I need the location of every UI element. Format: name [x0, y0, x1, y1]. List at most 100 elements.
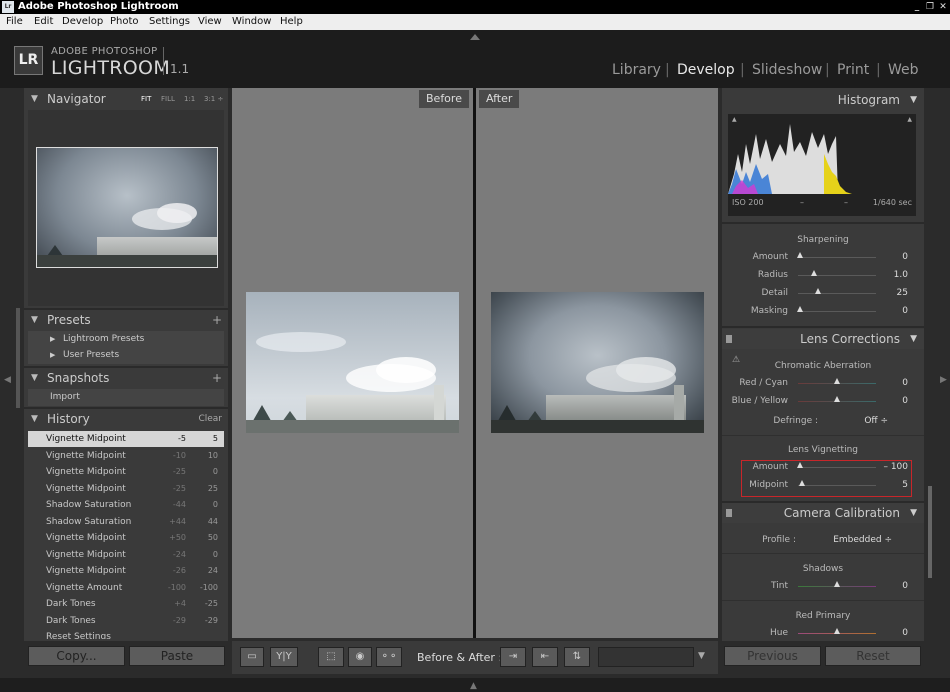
panel-switch-icon[interactable] — [726, 509, 732, 517]
history-item[interactable]: Vignette Midpoint +50 50 — [28, 530, 224, 546]
paste-settings-button[interactable]: Paste — [129, 646, 225, 666]
zoom-fill[interactable]: FILL — [161, 88, 175, 110]
history-item[interactable]: Vignette Midpoint -25 25 — [28, 481, 224, 497]
slider-row[interactable]: Radius 1.0 — [722, 267, 924, 285]
close-icon[interactable]: ✕ — [937, 0, 949, 14]
history-item[interactable]: Reset Settings — [28, 629, 224, 639]
menu-settings[interactable]: Settings — [149, 14, 190, 30]
module-print[interactable]: Print — [837, 62, 869, 78]
history-item[interactable]: Dark Tones -29 -29 — [28, 613, 224, 629]
slider-track[interactable] — [798, 293, 876, 294]
module-slideshow[interactable]: Slideshow — [752, 62, 822, 78]
history-header[interactable]: ▼ History Clear — [24, 408, 228, 430]
module-web[interactable]: Web — [888, 62, 919, 78]
menu-file[interactable]: File — [6, 14, 23, 30]
module-develop[interactable]: Develop — [677, 62, 735, 78]
history-item[interactable]: Vignette Amount -100 -100 — [28, 580, 224, 596]
camera-calibration-header[interactable]: Camera Calibration ▼ — [722, 503, 924, 523]
lens-corrections-header[interactable]: Lens Corrections ▼ — [722, 329, 924, 349]
slider-row[interactable]: Amount 0 — [722, 249, 924, 267]
defringe-value[interactable]: Off ÷ — [864, 416, 888, 426]
history-item[interactable]: Vignette Midpoint -26 24 — [28, 563, 224, 579]
history-item[interactable]: Vignette Midpoint -25 0 — [28, 464, 224, 480]
collapse-top-icon[interactable] — [470, 34, 480, 40]
profile-value[interactable]: Embedded ÷ — [833, 535, 892, 545]
preset-folder[interactable]: ▶ Lightroom Presets — [28, 331, 224, 348]
slider-thumb[interactable] — [834, 396, 840, 402]
profile-row[interactable]: Profile : Embedded ÷ — [722, 532, 924, 550]
history-item[interactable]: Vignette Midpoint -5 5 — [28, 431, 224, 447]
add-snapshot-icon[interactable]: + — [212, 367, 222, 389]
history-item[interactable]: Vignette Midpoint -10 10 — [28, 448, 224, 464]
slider-track[interactable] — [798, 467, 876, 468]
slider-value[interactable]: 0 — [902, 628, 908, 638]
shadow-clipping-icon[interactable]: ▲ — [732, 116, 737, 123]
copy-after-to-before-icon[interactable]: ⇤ — [532, 647, 558, 667]
slider-thumb[interactable] — [798, 480, 805, 486]
disclosure-triangle-icon[interactable]: ▼ — [31, 408, 38, 430]
adjustment-tool-icon[interactable]: ⚬⚬ — [376, 647, 402, 667]
slider-track[interactable] — [798, 311, 876, 312]
defringe-row[interactable]: Defringe : Off ÷ — [722, 413, 924, 431]
disclosure-triangle-icon[interactable]: ▼ — [910, 90, 917, 110]
before-after-view-button[interactable]: Y|Y — [270, 647, 298, 667]
loupe-view-icon[interactable]: ▭ — [240, 647, 264, 667]
clear-history-button[interactable]: Clear — [198, 408, 222, 430]
disclosure-triangle-icon[interactable]: ▼ — [31, 88, 38, 110]
slider-value[interactable]: 0 — [902, 581, 908, 591]
slider-row[interactable]: Amount – 100 — [722, 459, 924, 477]
disclosure-triangle-icon[interactable]: ▼ — [910, 329, 917, 349]
copy-settings-button[interactable]: Copy... — [28, 646, 125, 666]
histogram-header[interactable]: Histogram ▼ — [722, 90, 924, 110]
slider-row[interactable]: Hue 0 — [722, 625, 924, 643]
disclosure-triangle-icon[interactable]: ▼ — [31, 309, 38, 331]
menu-edit[interactable]: Edit — [34, 14, 53, 30]
slider-thumb[interactable] — [810, 270, 817, 276]
highlight-clipping-icon[interactable]: ▲ — [907, 116, 912, 123]
zoom-fit[interactable]: FIT — [141, 88, 151, 110]
slider-value[interactable]: 0 — [902, 396, 908, 406]
snapshots-header[interactable]: ▼ Snapshots + — [24, 367, 228, 389]
slider-track[interactable] — [798, 485, 876, 486]
disclosure-triangle-icon[interactable]: ▼ — [910, 503, 917, 523]
collapse-left-icon[interactable]: ◀ — [4, 375, 11, 385]
copy-before-to-after-icon[interactable]: ⇥ — [500, 647, 526, 667]
slider-thumb[interactable] — [796, 462, 803, 468]
presets-header[interactable]: ▼ Presets + — [24, 309, 228, 331]
navigator-preview-area[interactable] — [28, 110, 224, 306]
slider-value[interactable]: 0 — [902, 378, 908, 388]
zoom-1-1[interactable]: 1:1 — [184, 88, 195, 110]
slider-thumb[interactable] — [834, 581, 840, 587]
expand-filmstrip-icon[interactable]: ▲ — [470, 681, 477, 691]
menu-help[interactable]: Help — [280, 14, 303, 30]
slider-row[interactable]: Red / Cyan 0 — [722, 375, 924, 393]
history-item[interactable]: Dark Tones +4 -25 — [28, 596, 224, 612]
menu-window[interactable]: Window — [232, 14, 271, 30]
after-photo[interactable] — [491, 292, 704, 433]
zoom-3-1[interactable]: 3:1 ÷ — [204, 88, 223, 110]
slider-row[interactable]: Detail 25 — [722, 285, 924, 303]
toolbar-menu-chevron-icon[interactable]: ▼ — [698, 651, 705, 661]
history-item[interactable]: Shadow Saturation -44 0 — [28, 497, 224, 513]
navigator-header[interactable]: ▼ Navigator FIT FILL 1:1 3:1 ÷ — [24, 88, 228, 110]
panel-switch-icon[interactable] — [726, 335, 732, 343]
menu-develop[interactable]: Develop — [62, 14, 103, 30]
preset-folder[interactable]: ▶ User Presets — [28, 347, 224, 364]
minimize-icon[interactable]: _ — [911, 0, 923, 14]
slider-value[interactable]: – 100 — [883, 462, 908, 472]
slider-value[interactable]: 0 — [902, 306, 908, 316]
menu-photo[interactable]: Photo — [110, 14, 139, 30]
history-item[interactable]: Shadow Saturation +44 44 — [28, 514, 224, 530]
slider-track[interactable] — [798, 257, 876, 258]
module-library[interactable]: Library — [612, 62, 661, 78]
slider-thumb[interactable] — [796, 252, 803, 258]
snapshot-item[interactable]: Import — [28, 389, 224, 406]
histogram[interactable]: ▲ ▲ ISO 200 – – 1/640 sec — [728, 114, 916, 216]
toolbar-content-field[interactable] — [598, 647, 694, 667]
red-eye-tool-icon[interactable]: ◉ — [348, 647, 372, 667]
slider-thumb[interactable] — [834, 628, 840, 634]
swap-before-after-icon[interactable]: ⇅ — [564, 647, 590, 667]
slider-value[interactable]: 0 — [902, 252, 908, 262]
left-scrollbar[interactable] — [16, 308, 20, 408]
slider-thumb[interactable] — [814, 288, 821, 294]
